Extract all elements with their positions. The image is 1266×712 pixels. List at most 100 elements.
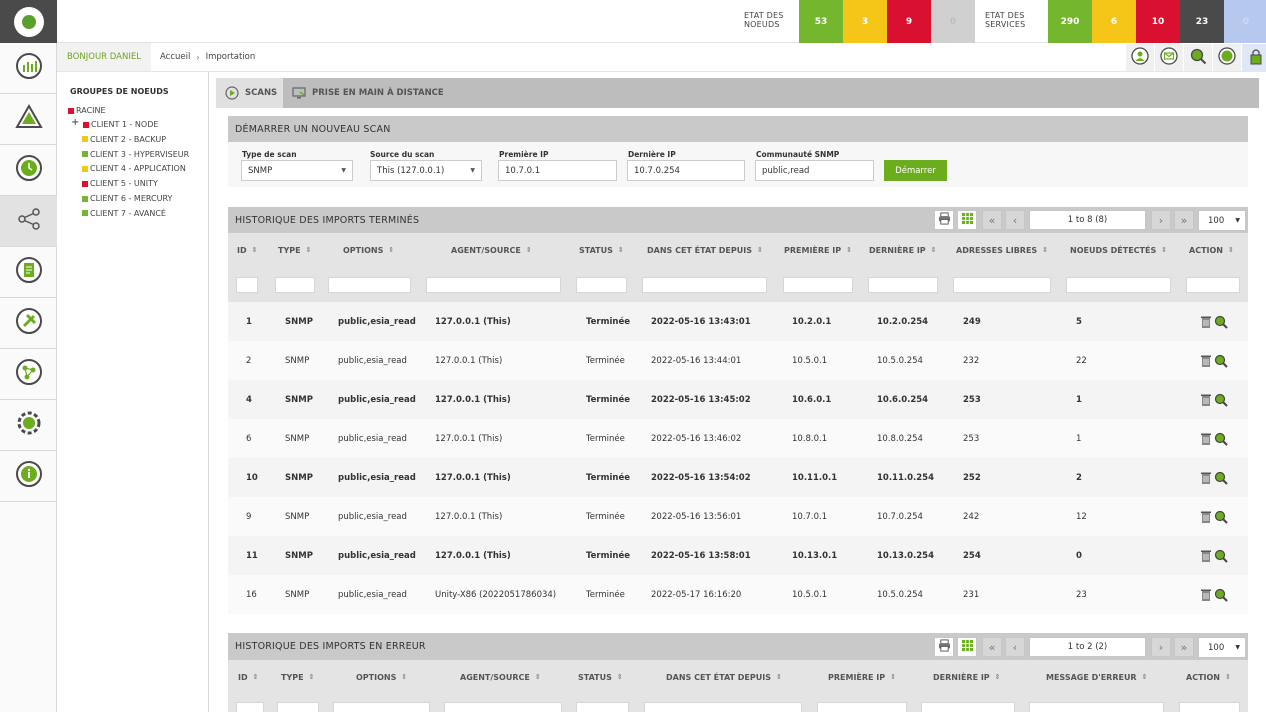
delete-icon[interactable] (1199, 470, 1213, 489)
column-header[interactable]: AGENT/SOURCE ⇕ (460, 670, 541, 684)
print-button[interactable] (934, 210, 954, 230)
tree-node[interactable]: CLIENT 2 - BACKUP (82, 135, 166, 144)
table-row[interactable]: 2 SNMP public,esia_read 127.0.0.1 (This) Ter… (228, 341, 1248, 380)
prev-page-icon[interactable]: ‹ (1005, 210, 1025, 230)
column-header[interactable]: DERNIÈRE IP ⇕ (869, 243, 937, 257)
first-page-icon[interactable]: « (982, 637, 1002, 657)
column-header[interactable]: TYPE ⇕ (278, 243, 311, 257)
nav-button-clock[interactable] (0, 145, 57, 196)
nav-button-report[interactable] (0, 247, 57, 298)
column-header[interactable]: MESSAGE D'ERREUR ⇕ (1046, 670, 1147, 684)
delete-icon[interactable] (1199, 314, 1213, 333)
node-status-count[interactable]: 3 (843, 0, 887, 43)
view-details-icon[interactable] (1214, 314, 1228, 333)
mail-button[interactable] (1155, 44, 1183, 71)
view-details-icon[interactable] (1214, 431, 1228, 450)
nav-button-alert[interactable] (0, 94, 57, 145)
service-status-count[interactable]: 0 (1224, 0, 1266, 43)
expand-icon[interactable]: + (71, 117, 79, 128)
table-row[interactable]: 6 SNMP public,esia_read 127.0.0.1 (This) Ter… (228, 419, 1248, 458)
page-size-select[interactable]: 100 ▼ (1198, 210, 1246, 231)
column-header[interactable]: STATUS ⇕ (579, 243, 624, 257)
view-details-icon[interactable] (1214, 548, 1228, 567)
column-filter-input[interactable] (644, 702, 802, 712)
breadcrumb-home[interactable]: Accueil (160, 52, 190, 62)
column-header[interactable]: ACTION ⇕ (1186, 670, 1231, 684)
column-filter-input[interactable] (333, 702, 430, 712)
status-button[interactable] (1213, 44, 1241, 71)
last-page-icon[interactable]: » (1174, 210, 1194, 230)
export-button[interactable] (957, 210, 977, 230)
tab-scans[interactable]: SCANS (216, 78, 283, 108)
scan-type-select[interactable]: SNMP ▼ (241, 160, 353, 181)
column-header[interactable]: TYPE ⇕ (281, 670, 314, 684)
column-filter-input[interactable] (576, 277, 627, 293)
column-header[interactable]: ID ⇕ (238, 670, 259, 684)
column-header[interactable]: ACTION ⇕ (1189, 243, 1234, 257)
tree-node[interactable]: CLIENT 4 - APPLICATION (82, 164, 186, 173)
last-page-icon[interactable]: » (1174, 637, 1194, 657)
column-filter-input[interactable] (1186, 277, 1240, 293)
table-row[interactable]: 10 SNMP public,esia_read 127.0.0.1 (This) Te… (228, 458, 1248, 497)
service-status-count[interactable]: 23 (1180, 0, 1224, 43)
service-status-count[interactable]: 10 (1136, 0, 1180, 43)
column-filter-input[interactable] (953, 277, 1051, 293)
tree-node[interactable]: CLIENT 1 - NODE (83, 120, 158, 129)
column-header[interactable]: STATUS ⇕ (578, 670, 623, 684)
nav-button-network[interactable] (0, 196, 57, 247)
nav-button-topology[interactable] (0, 349, 57, 400)
scan-source-select[interactable]: This (127.0.0.1) ▼ (370, 160, 482, 181)
column-filter-input[interactable] (921, 702, 1015, 712)
column-header[interactable]: OPTIONS ⇕ (343, 243, 394, 257)
delete-icon[interactable] (1199, 392, 1213, 411)
delete-icon[interactable] (1199, 548, 1213, 567)
start-scan-button[interactable]: Démarrer (884, 160, 947, 181)
column-filter-input[interactable] (576, 702, 629, 712)
delete-icon[interactable] (1199, 431, 1213, 450)
column-header[interactable]: AGENT/SOURCE ⇕ (451, 243, 532, 257)
tree-node[interactable]: CLIENT 7 - AVANCÉ (82, 209, 166, 218)
column-header[interactable]: DANS CET ÉTAT DEPUIS ⇕ (647, 243, 763, 257)
first-ip-input[interactable]: 10.7.0.1 (498, 160, 617, 181)
column-header[interactable]: ID ⇕ (237, 243, 258, 257)
column-header[interactable]: PREMIÈRE IP ⇕ (828, 670, 896, 684)
table-row[interactable]: 9 SNMP public,esia_read 127.0.0.1 (This) Ter… (228, 497, 1248, 536)
column-filter-input[interactable] (275, 277, 315, 293)
column-header[interactable]: ADRESSES LIBRES ⇕ (956, 243, 1048, 257)
snmp-community-input[interactable]: public,read (755, 160, 874, 181)
column-filter-input[interactable] (426, 277, 561, 293)
table-row[interactable]: 16 SNMP public,esia_read Unity-X86 (2022051… (228, 575, 1248, 614)
column-filter-input[interactable] (868, 277, 938, 293)
column-header[interactable]: DANS CET ÉTAT DEPUIS ⇕ (666, 670, 782, 684)
column-filter-input[interactable] (1066, 277, 1171, 293)
view-details-icon[interactable] (1214, 587, 1228, 606)
column-filter-input[interactable] (1029, 702, 1164, 712)
table-row[interactable]: 11 SNMP public,esia_read 127.0.0.1 (This) Te… (228, 536, 1248, 575)
tree-root[interactable]: RACINE (68, 106, 106, 115)
table-row[interactable]: 4 SNMP public,esia_read 127.0.0.1 (This) Ter… (228, 380, 1248, 419)
delete-icon[interactable] (1199, 353, 1213, 372)
nav-button-dashboard[interactable] (0, 43, 57, 94)
first-page-icon[interactable]: « (982, 210, 1002, 230)
view-details-icon[interactable] (1214, 509, 1228, 528)
lock-button[interactable] (1242, 44, 1266, 71)
node-status-count[interactable]: 0 (931, 0, 975, 43)
print-button[interactable] (934, 637, 954, 657)
column-filter-input[interactable] (817, 702, 907, 712)
tree-node[interactable]: CLIENT 5 - UNITY (82, 179, 158, 188)
tab-remote-control[interactable]: PRISE EN MAIN À DISTANCE (283, 78, 451, 108)
nav-button-info[interactable] (0, 451, 57, 502)
prev-page-icon[interactable]: ‹ (1005, 637, 1025, 657)
last-ip-input[interactable]: 10.7.0.254 (627, 160, 745, 181)
column-header[interactable]: DERNIÈRE IP ⇕ (933, 670, 1001, 684)
column-filter-input[interactable] (236, 277, 258, 293)
delete-icon[interactable] (1199, 509, 1213, 528)
service-status-count[interactable]: 290 (1048, 0, 1092, 43)
page-size-select[interactable]: 100 ▼ (1198, 637, 1246, 658)
node-status-count[interactable]: 9 (887, 0, 931, 43)
node-status-count[interactable]: 53 (799, 0, 843, 43)
column-header[interactable]: PREMIÈRE IP ⇕ (784, 243, 852, 257)
tree-node[interactable]: CLIENT 3 - HYPERVISEUR (82, 150, 189, 159)
next-page-icon[interactable]: › (1151, 210, 1171, 230)
column-filter-input[interactable] (783, 277, 853, 293)
